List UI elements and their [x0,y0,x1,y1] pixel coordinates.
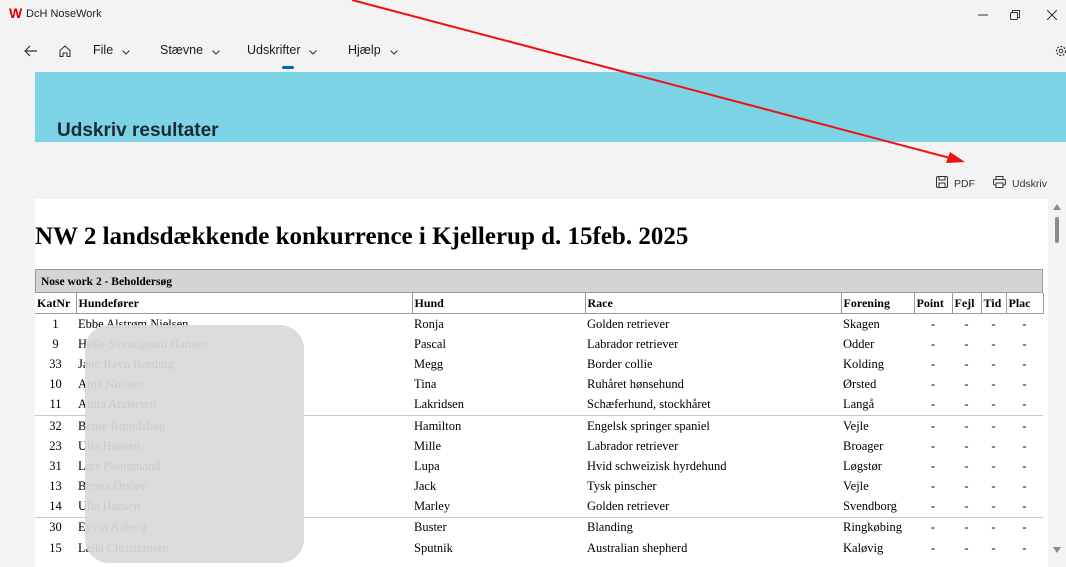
annotation-arrow [351,0,965,163]
